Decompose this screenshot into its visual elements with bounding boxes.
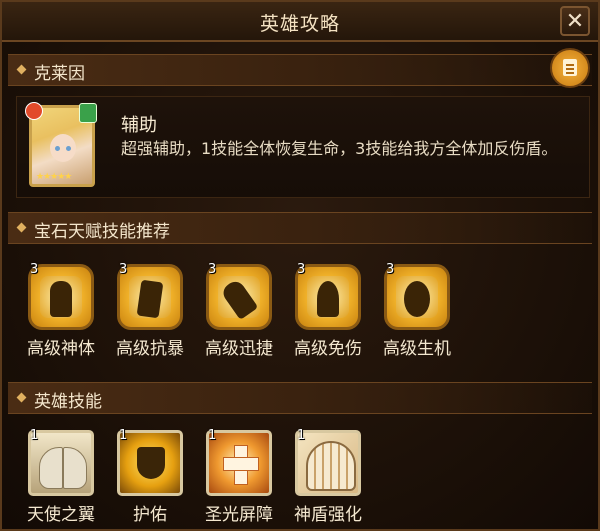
vitality-icon <box>404 281 430 317</box>
hero-type: 辅助 <box>121 115 157 136</box>
hero-skill-title: 英雄技能 <box>34 392 102 412</box>
skill-level: 1 <box>119 428 128 443</box>
diamond-bullet-icon <box>16 392 27 403</box>
skill-name: 天使之翼 <box>27 505 95 525</box>
hero-skill-header: 英雄技能 <box>8 382 592 414</box>
gem-level: 3 <box>30 262 39 277</box>
skill-level: 1 <box>297 428 306 443</box>
body-silhouette-icon <box>50 281 72 317</box>
gem-talent-item[interactable]: 3 高级神体 <box>27 262 95 359</box>
gem-talent-item[interactable]: 3 高级免伤 <box>294 262 362 359</box>
gem-level: 3 <box>297 262 306 277</box>
hero-info-card: ★★★★★ 辅助 超强辅助，1技能全体恢复生命，3技能给我方全体加反伤盾。 <box>16 96 590 198</box>
skill-level: 1 <box>30 428 39 443</box>
hero-guide-panel: 英雄攻略 ✕ 克莱因 ★★★★★ 辅助 超强辅助，1技能全体恢复生命，3技能给我… <box>0 0 600 531</box>
gem-level: 3 <box>208 262 217 277</box>
gem-name: 高级抗暴 <box>116 339 184 359</box>
gem-name: 高级神体 <box>27 339 95 359</box>
skill-item[interactable]: 1 护佑 <box>117 428 183 525</box>
class-badge-icon <box>79 103 97 123</box>
hero-description: 超强辅助，1技能全体恢复生命，3技能给我方全体加反伤盾。 <box>121 139 558 158</box>
hero-name-header: 克莱因 <box>8 54 592 86</box>
diamond-bullet-icon <box>16 222 27 233</box>
gem-level: 3 <box>386 262 395 277</box>
angel-wings-icon <box>39 447 63 489</box>
gem-talent-title: 宝石天赋技能推荐 <box>34 222 170 242</box>
gem-name: 高级生机 <box>383 339 451 359</box>
gem-name: 高级免伤 <box>294 339 362 359</box>
notebook-icon[interactable] <box>550 48 590 88</box>
role-badge-icon <box>25 102 43 120</box>
gem-level: 3 <box>119 262 128 277</box>
gem-talent-header: 宝石天赋技能推荐 <box>8 212 592 244</box>
star-rating: ★★★★★ <box>36 172 72 182</box>
hero-name: 克莱因 <box>34 64 85 84</box>
gem-talent-item[interactable]: 3 高级抗暴 <box>116 262 184 359</box>
window-title: 英雄攻略 <box>259 13 340 35</box>
skill-name: 神盾强化 <box>294 505 362 525</box>
close-button[interactable]: ✕ <box>560 6 590 36</box>
skill-level: 1 <box>208 428 217 443</box>
skill-item[interactable]: 1 圣光屏障 <box>205 428 273 525</box>
skill-name: 圣光屏障 <box>205 505 273 525</box>
golden-shield-icon <box>137 447 165 479</box>
gem-talent-item[interactable]: 3 高级生机 <box>383 262 451 359</box>
title-bar: 英雄攻略 ✕ <box>2 2 598 42</box>
skill-item[interactable]: 1 天使之翼 <box>27 428 95 525</box>
skill-item[interactable]: 1 神盾强化 <box>294 428 362 525</box>
diamond-bullet-icon <box>16 64 27 75</box>
damage-reduction-icon <box>317 281 339 317</box>
aegis-fan-icon <box>306 441 356 491</box>
gem-talent-item[interactable]: 3 高级迅捷 <box>205 262 273 359</box>
skill-name: 护佑 <box>133 505 167 525</box>
gem-name: 高级迅捷 <box>205 339 273 359</box>
